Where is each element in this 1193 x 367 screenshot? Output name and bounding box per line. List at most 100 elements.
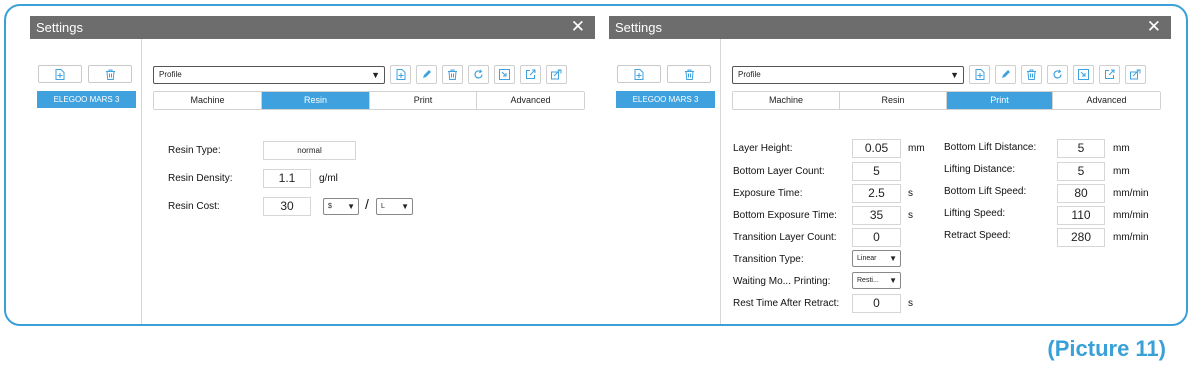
transition-layer-count-label: Transition Layer Count: <box>733 232 837 243</box>
share-icon <box>551 69 562 80</box>
pencil-icon <box>421 69 432 80</box>
title-bar: Settings ✕ <box>609 16 1171 39</box>
waiting-mode-label: Waiting Mo... Printing: <box>733 276 831 287</box>
printer-list-item[interactable]: ELEGOO MARS 3 <box>616 91 715 108</box>
settings-window-resin: Settings ✕ ELEGOO MARS 3 Profile ▼ Machi… <box>30 16 595 324</box>
refresh-icon <box>473 69 484 80</box>
waiting-mode-select[interactable]: Resti... ▼ <box>852 272 901 289</box>
layer-height-unit: mm <box>908 143 925 154</box>
trash-icon <box>447 69 458 80</box>
currency-select-value: $ <box>328 203 332 210</box>
currency-select[interactable]: $ ▼ <box>323 198 359 215</box>
reset-profile-button[interactable] <box>1047 65 1068 84</box>
pencil-icon <box>1000 69 1011 80</box>
tab-advanced[interactable]: Advanced <box>477 92 584 109</box>
bottom-exposure-time-label: Bottom Exposure Time: <box>733 210 837 221</box>
tab-resin[interactable]: Resin <box>262 92 370 109</box>
bottom-exposure-time-unit: s <box>908 210 913 221</box>
export-profile-button[interactable] <box>520 65 541 84</box>
rest-time-unit: s <box>908 298 913 309</box>
tab-print[interactable]: Print <box>947 92 1053 109</box>
bottom-layer-count-field[interactable]: 5 <box>852 162 901 181</box>
lifting-distance-field[interactable]: 5 <box>1057 162 1105 181</box>
export-profile-button[interactable] <box>1099 65 1120 84</box>
profile-select-value: Profile <box>159 69 182 79</box>
share-profile-button[interactable] <box>546 65 567 84</box>
bottom-lift-speed-label: Bottom Lift Speed: <box>944 186 1027 197</box>
waiting-mode-value: Resti... <box>857 277 879 284</box>
caret-down-icon: ▼ <box>401 202 409 211</box>
bottom-lift-distance-label: Bottom Lift Distance: <box>944 142 1037 153</box>
new-profile-button[interactable] <box>969 65 990 84</box>
tab-print[interactable]: Print <box>370 92 477 109</box>
retract-speed-field[interactable]: 280 <box>1057 228 1105 247</box>
resin-density-field[interactable]: 1.1 <box>263 169 311 188</box>
add-file-icon <box>396 69 406 80</box>
retract-speed-label: Retract Speed: <box>944 230 1011 241</box>
layer-height-field[interactable]: 0.05 <box>852 139 901 158</box>
transition-layer-count-field[interactable]: 0 <box>852 228 901 247</box>
screenshot-frame: Settings ✕ ELEGOO MARS 3 Profile ▼ Machi… <box>4 4 1188 326</box>
tab-advanced[interactable]: Advanced <box>1053 92 1160 109</box>
settings-main: Profile ▼ Machine Resin Print Advanced L… <box>722 39 1171 324</box>
resin-cost-field[interactable]: 30 <box>263 197 311 216</box>
add-file-icon <box>634 68 644 80</box>
tab-resin[interactable]: Resin <box>840 92 947 109</box>
profile-toolbar: Profile ▼ <box>153 65 567 84</box>
caret-down-icon: ▼ <box>889 254 897 263</box>
exposure-time-unit: s <box>908 188 913 199</box>
settings-tabs: Machine Resin Print Advanced <box>732 91 1161 110</box>
figure-caption: (Picture 11) <box>1047 336 1166 361</box>
add-printer-button[interactable] <box>617 65 661 83</box>
tab-machine[interactable]: Machine <box>154 92 262 109</box>
exposure-time-field[interactable]: 2.5 <box>852 184 901 203</box>
settings-window-print: Settings ✕ ELEGOO MARS 3 Profile ▼ Machi… <box>609 16 1171 324</box>
profile-select[interactable]: Profile ▼ <box>732 65 964 84</box>
export-icon <box>1104 69 1115 80</box>
add-file-icon <box>55 68 65 80</box>
window-title: Settings <box>36 20 83 35</box>
lifting-distance-unit: mm <box>1113 166 1130 177</box>
import-profile-button[interactable] <box>494 65 515 84</box>
profile-select[interactable]: Profile ▼ <box>153 65 385 84</box>
delete-profile-button[interactable] <box>1021 65 1042 84</box>
caret-down-icon: ▼ <box>950 69 959 80</box>
title-bar: Settings ✕ <box>30 16 595 39</box>
resin-type-field[interactable]: normal <box>263 141 356 160</box>
printer-list-item[interactable]: ELEGOO MARS 3 <box>37 91 136 108</box>
rename-profile-button[interactable] <box>416 65 437 84</box>
retract-speed-unit: mm/min <box>1113 232 1149 243</box>
caret-down-icon: ▼ <box>889 276 897 285</box>
export-icon <box>525 69 536 80</box>
add-printer-button[interactable] <box>38 65 82 83</box>
share-profile-button[interactable] <box>1125 65 1146 84</box>
new-profile-button[interactable] <box>390 65 411 84</box>
layer-height-label: Layer Height: <box>733 143 793 154</box>
rest-time-field[interactable]: 0 <box>852 294 901 313</box>
transition-type-select[interactable]: Linear ▼ <box>852 250 901 267</box>
tab-machine[interactable]: Machine <box>733 92 840 109</box>
volume-unit-select-value: L <box>381 203 385 210</box>
delete-printer-button[interactable] <box>667 65 711 83</box>
volume-unit-select[interactable]: L ▼ <box>376 198 413 215</box>
import-profile-button[interactable] <box>1073 65 1094 84</box>
lifting-speed-field[interactable]: 110 <box>1057 206 1105 225</box>
bottom-lift-speed-unit: mm/min <box>1113 188 1149 199</box>
add-file-icon <box>975 69 985 80</box>
rename-profile-button[interactable] <box>995 65 1016 84</box>
cost-separator: / <box>365 196 369 212</box>
close-icon[interactable]: ✕ <box>571 16 585 38</box>
resin-density-label: Resin Density: <box>168 173 233 184</box>
bottom-lift-distance-field[interactable]: 5 <box>1057 139 1105 158</box>
printer-sidebar: ELEGOO MARS 3 <box>609 39 721 324</box>
bottom-lift-speed-field[interactable]: 80 <box>1057 184 1105 203</box>
close-icon[interactable]: ✕ <box>1147 16 1161 38</box>
bottom-layer-count-label: Bottom Layer Count: <box>733 166 825 177</box>
share-icon <box>1130 69 1141 80</box>
bottom-exposure-time-field[interactable]: 35 <box>852 206 901 225</box>
delete-profile-button[interactable] <box>442 65 463 84</box>
lifting-speed-label: Lifting Speed: <box>944 208 1006 219</box>
refresh-icon <box>1052 69 1063 80</box>
delete-printer-button[interactable] <box>88 65 132 83</box>
reset-profile-button[interactable] <box>468 65 489 84</box>
